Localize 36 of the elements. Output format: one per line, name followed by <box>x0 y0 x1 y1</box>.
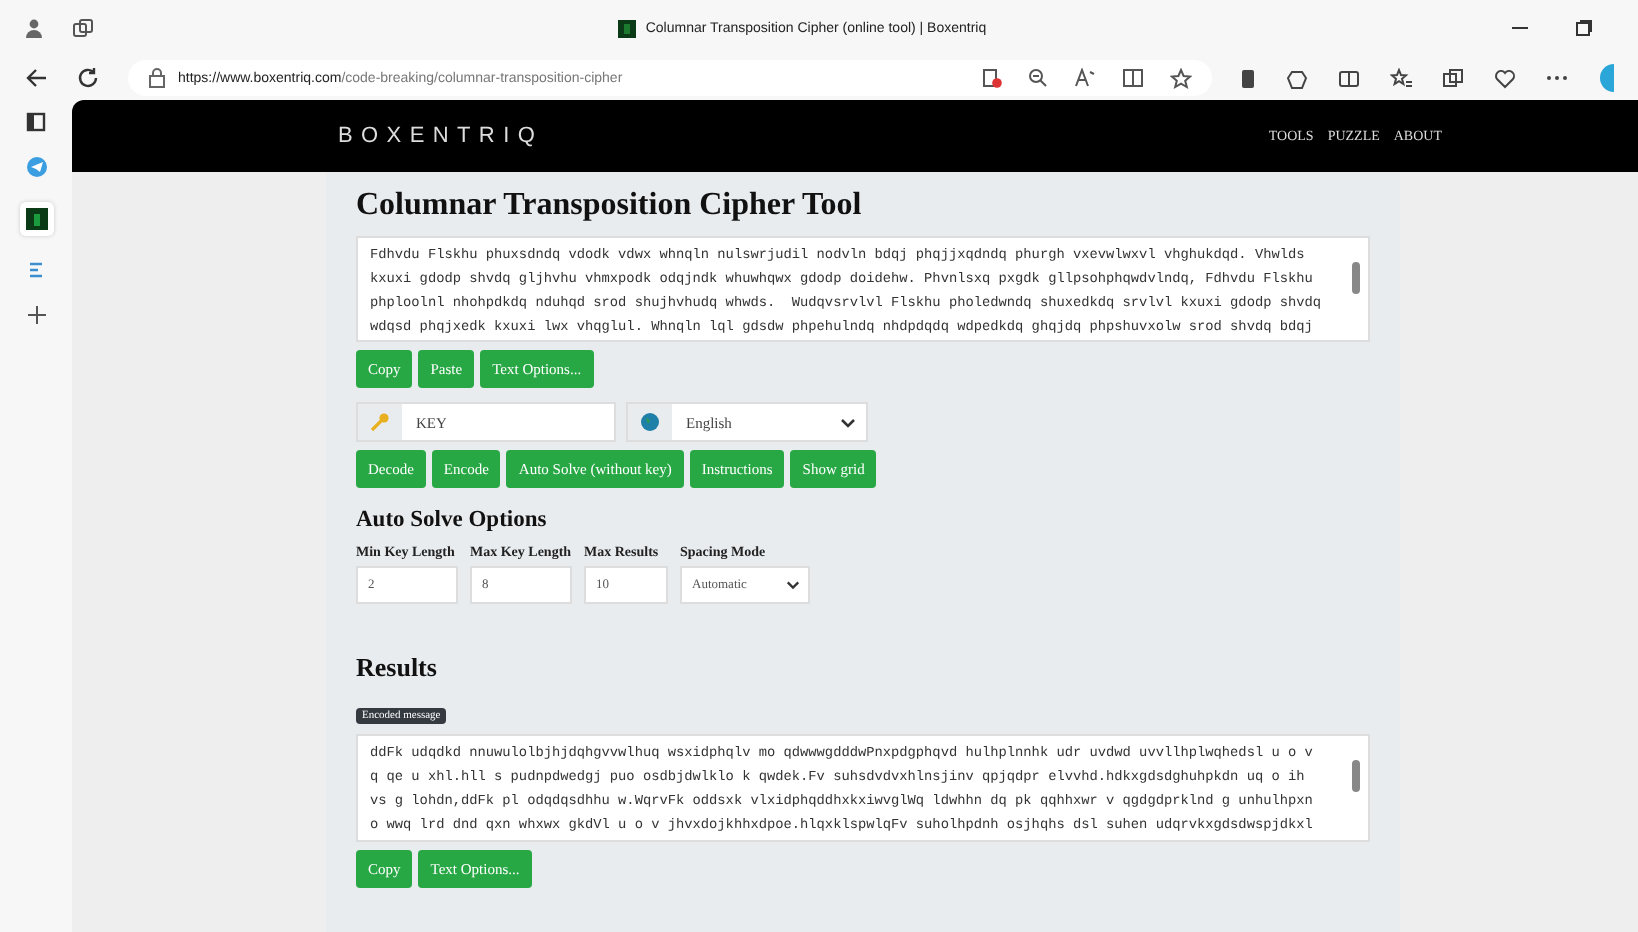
chevron-icon <box>786 580 800 590</box>
favorites-icon[interactable] <box>1390 67 1412 89</box>
split-screen-icon[interactable] <box>1338 67 1360 89</box>
lock-icon <box>148 68 166 88</box>
reader-icon[interactable] <box>1122 68 1144 88</box>
refresh-icon[interactable] <box>76 66 100 90</box>
star-icon[interactable] <box>1170 67 1192 89</box>
site-icon <box>25 208 47 230</box>
restore-icon[interactable] <box>1574 18 1594 38</box>
more-icon[interactable] <box>1546 74 1568 82</box>
page-title: Columnar Transposition Cipher Tool <box>356 188 864 224</box>
zoom-icon[interactable] <box>1028 68 1048 88</box>
tracking-icon[interactable] <box>982 68 1002 88</box>
sidebar-toggle-icon[interactable] <box>26 112 46 132</box>
input-textarea[interactable] <box>356 236 1370 342</box>
site-logo[interactable]: BOXENTRIQ <box>338 124 544 148</box>
profile-icon[interactable] <box>24 18 44 38</box>
add-icon[interactable] <box>25 304 47 326</box>
chevron-icon <box>840 417 856 427</box>
heart-icon[interactable] <box>1494 67 1516 89</box>
read-aloud-icon[interactable] <box>1074 68 1096 88</box>
key-icon <box>370 412 390 432</box>
section-heading: Auto Solve Options <box>356 508 549 532</box>
scrollbar[interactable] <box>1352 760 1360 792</box>
list-icon[interactable] <box>26 260 46 280</box>
battery-icon[interactable] <box>1240 67 1256 89</box>
scrollbar[interactable] <box>1352 262 1360 294</box>
workspaces-icon[interactable] <box>72 17 94 39</box>
site-tile[interactable] <box>19 202 53 236</box>
collections-icon[interactable] <box>1442 67 1464 89</box>
telegram-icon[interactable] <box>25 156 47 178</box>
section-heading: Results <box>356 652 439 684</box>
globe-icon <box>640 412 660 432</box>
back-icon[interactable] <box>24 66 48 90</box>
site-icon <box>617 19 636 37</box>
output-textarea[interactable] <box>356 734 1370 842</box>
